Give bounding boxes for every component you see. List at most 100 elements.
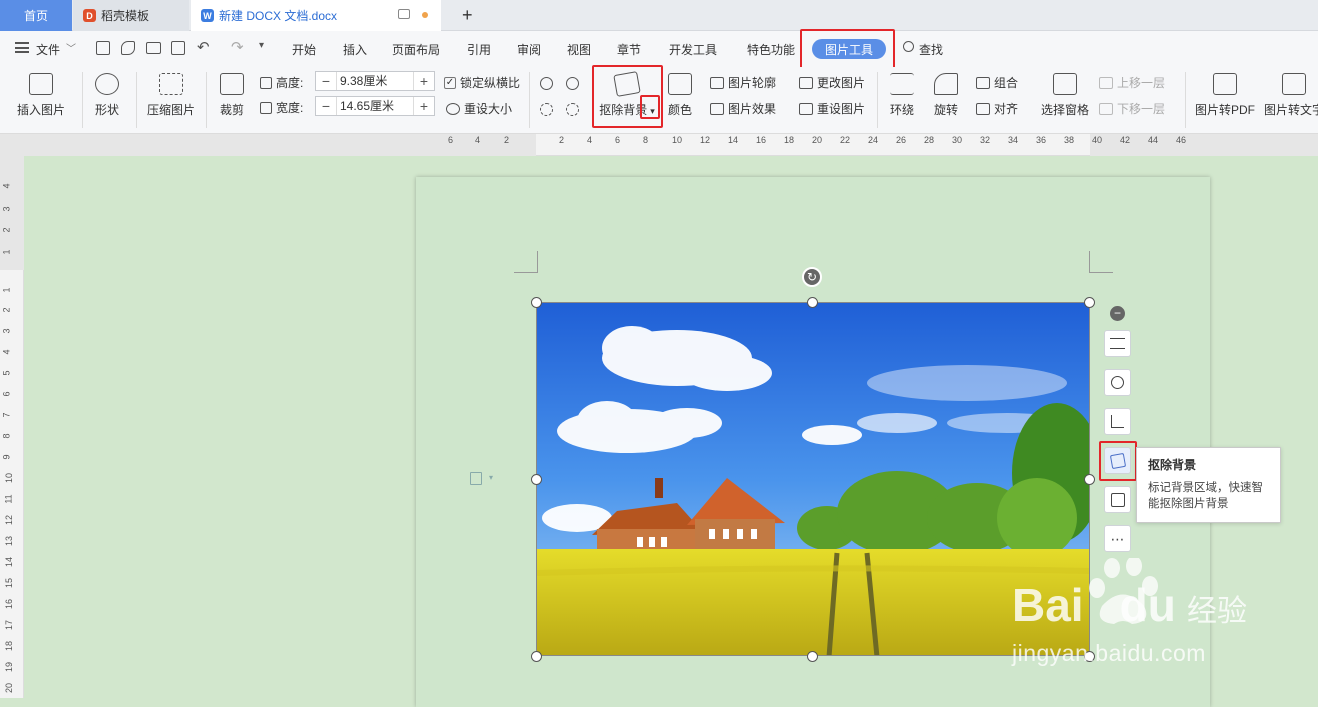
tab-insert[interactable]: 插入: [343, 41, 367, 58]
increase-button[interactable]: +: [414, 72, 434, 90]
reset-size-button[interactable]: 重设大小: [446, 100, 512, 117]
shape-button[interactable]: 形状: [89, 73, 125, 118]
find-button[interactable]: 查找: [919, 41, 943, 58]
change-picture-button[interactable]: 更改图片: [799, 74, 865, 91]
color-button[interactable]: 颜色: [662, 73, 698, 118]
increase-button[interactable]: +: [414, 97, 434, 115]
decrease-button[interactable]: −: [316, 97, 336, 115]
send-backward-button[interactable]: 下移一层: [1099, 100, 1165, 117]
tab-review[interactable]: 审阅: [517, 41, 541, 58]
search-icon[interactable]: [903, 41, 914, 52]
resize-handle[interactable]: [531, 651, 542, 662]
crop-picture-button[interactable]: [1104, 408, 1131, 435]
ruler-tick-label: 15: [4, 577, 15, 589]
picture-effect-button[interactable]: 图片效果: [710, 100, 776, 117]
resize-handle[interactable]: [531, 297, 542, 308]
wrap-button[interactable]: 环绕: [884, 73, 920, 118]
print-icon[interactable]: [146, 42, 161, 54]
width-stepper[interactable]: −14.65厘米 +: [315, 96, 435, 116]
resize-handle[interactable]: [1084, 474, 1095, 485]
rotate-handle-icon[interactable]: ↻: [802, 267, 822, 287]
tab-view[interactable]: 视图: [567, 41, 591, 58]
decrease-button[interactable]: −: [316, 72, 336, 90]
tab-template[interactable]: D 稻壳模板: [73, 0, 189, 31]
selected-picture[interactable]: [536, 302, 1090, 656]
color-icon: [668, 73, 692, 95]
chevron-down-icon[interactable]: ﹀: [66, 40, 76, 55]
tab-chapter[interactable]: 章节: [617, 41, 641, 58]
print-preview-icon[interactable]: [171, 41, 185, 55]
ruler-tick-label: 2: [1, 307, 12, 313]
tab-special[interactable]: 特色功能: [747, 41, 795, 58]
ruler-tick-label: 28: [924, 135, 935, 145]
new-tab-label: +: [462, 5, 473, 25]
resize-handle[interactable]: [531, 474, 542, 485]
tab-start[interactable]: 开始: [292, 41, 316, 58]
bring-forward-button[interactable]: 上移一层: [1099, 74, 1165, 91]
contrast-up-icon[interactable]: [566, 77, 579, 90]
divider: [1185, 72, 1186, 128]
height-value[interactable]: 9.38厘米: [336, 72, 414, 90]
horizontal-ruler[interactable]: 6 4 2 2 4 6 8 10 12 14 16 18 20 22 24 26 28 30 32 34 36 38 40 4…: [24, 134, 1318, 156]
picture-effects-button[interactable]: [1104, 486, 1131, 513]
tab-home[interactable]: 首页: [0, 0, 72, 31]
redo-icon[interactable]: ↷: [231, 38, 244, 56]
to-pdf-button[interactable]: 图片转PDF: [1194, 73, 1256, 118]
lock-ratio-checkbox[interactable]: ✓ 锁定纵横比: [444, 74, 520, 91]
zoom-picture-button[interactable]: [1104, 369, 1131, 396]
to-text-button[interactable]: 图片转文字: [1263, 73, 1318, 118]
tab-page-layout[interactable]: 页面布局: [392, 41, 440, 58]
tab-developer[interactable]: 开发工具: [669, 41, 717, 58]
color-label: 颜色: [667, 103, 692, 117]
save-icon[interactable]: [96, 41, 110, 55]
new-tab-button[interactable]: +: [452, 0, 473, 31]
ruler-tick-label: 44: [1148, 135, 1159, 145]
screen-icon[interactable]: [398, 9, 410, 19]
ruler-tick-label: 3: [1, 206, 12, 212]
title-tab-bar: 首页 D 稻壳模板 W 新建 DOCX 文档.docx +: [0, 0, 1318, 31]
ruler-tick-label: 9: [1, 454, 12, 460]
brightness-up-icon[interactable]: [540, 77, 553, 90]
baidu-jingyan-watermark: Bai du 经验 jingyan.baidu.com: [1012, 556, 1312, 670]
compress-picture-button[interactable]: 压缩图片: [146, 73, 196, 118]
to-text-label: 图片转文字: [1263, 103, 1318, 117]
resize-handle[interactable]: [807, 297, 818, 308]
vertical-ruler[interactable]: 4 3 2 1 1 2 3 4 5 6 7 8 9 10 11 12 13 14 15 16 17 18 19 20: [0, 134, 24, 698]
send-backward-icon: [1099, 102, 1113, 115]
tab-references[interactable]: 引用: [467, 41, 491, 58]
quick-access-more-icon[interactable]: ▾: [259, 40, 264, 51]
watermark-brand: Bai du: [1012, 578, 1176, 632]
crop-button[interactable]: 裁剪: [214, 73, 250, 118]
align-button[interactable]: 对齐: [976, 100, 1018, 117]
export-icon[interactable]: [121, 41, 135, 55]
resize-handle[interactable]: [807, 651, 818, 662]
tab-document[interactable]: W 新建 DOCX 文档.docx: [191, 0, 441, 31]
ruler-tick-label: 6: [615, 135, 621, 145]
width-value[interactable]: 14.65厘米: [336, 97, 414, 115]
hamburger-icon[interactable]: [15, 42, 29, 53]
height-stepper[interactable]: −9.38厘米 +: [315, 71, 435, 91]
more-options-button[interactable]: ⋯: [1104, 525, 1131, 552]
layout-options-button[interactable]: [1104, 330, 1131, 357]
undo-icon[interactable]: ↶: [197, 38, 210, 56]
picture-icon: [1110, 492, 1125, 507]
rotate-button[interactable]: 旋转: [928, 73, 964, 118]
file-menu[interactable]: 文件: [36, 41, 60, 58]
ruler-tick-label: 1: [1, 287, 12, 293]
brightness-down-icon[interactable]: [540, 103, 553, 116]
selection-pane-label: 选择窗格: [1040, 103, 1089, 117]
chevron-down-icon[interactable]: ▾: [489, 473, 493, 482]
ruler-tick-label: 16: [756, 135, 767, 145]
crop-icon: [1111, 415, 1124, 428]
reset-picture-button[interactable]: 重设图片: [799, 100, 865, 117]
send-backward-label: 下移一层: [1117, 102, 1166, 116]
insert-picture-button[interactable]: 插入图片: [12, 73, 70, 118]
collapse-icon[interactable]: −: [1110, 306, 1125, 321]
paragraph-icon[interactable]: [470, 472, 482, 485]
picture-outline-button[interactable]: 图片轮廓: [710, 74, 776, 91]
selection-pane-button[interactable]: 选择窗格: [1040, 73, 1090, 118]
group-button[interactable]: 组合: [976, 74, 1018, 91]
contrast-down-icon[interactable]: [566, 103, 579, 116]
resize-handle[interactable]: [1084, 297, 1095, 308]
ruler-tick-label: 1: [1, 249, 12, 255]
